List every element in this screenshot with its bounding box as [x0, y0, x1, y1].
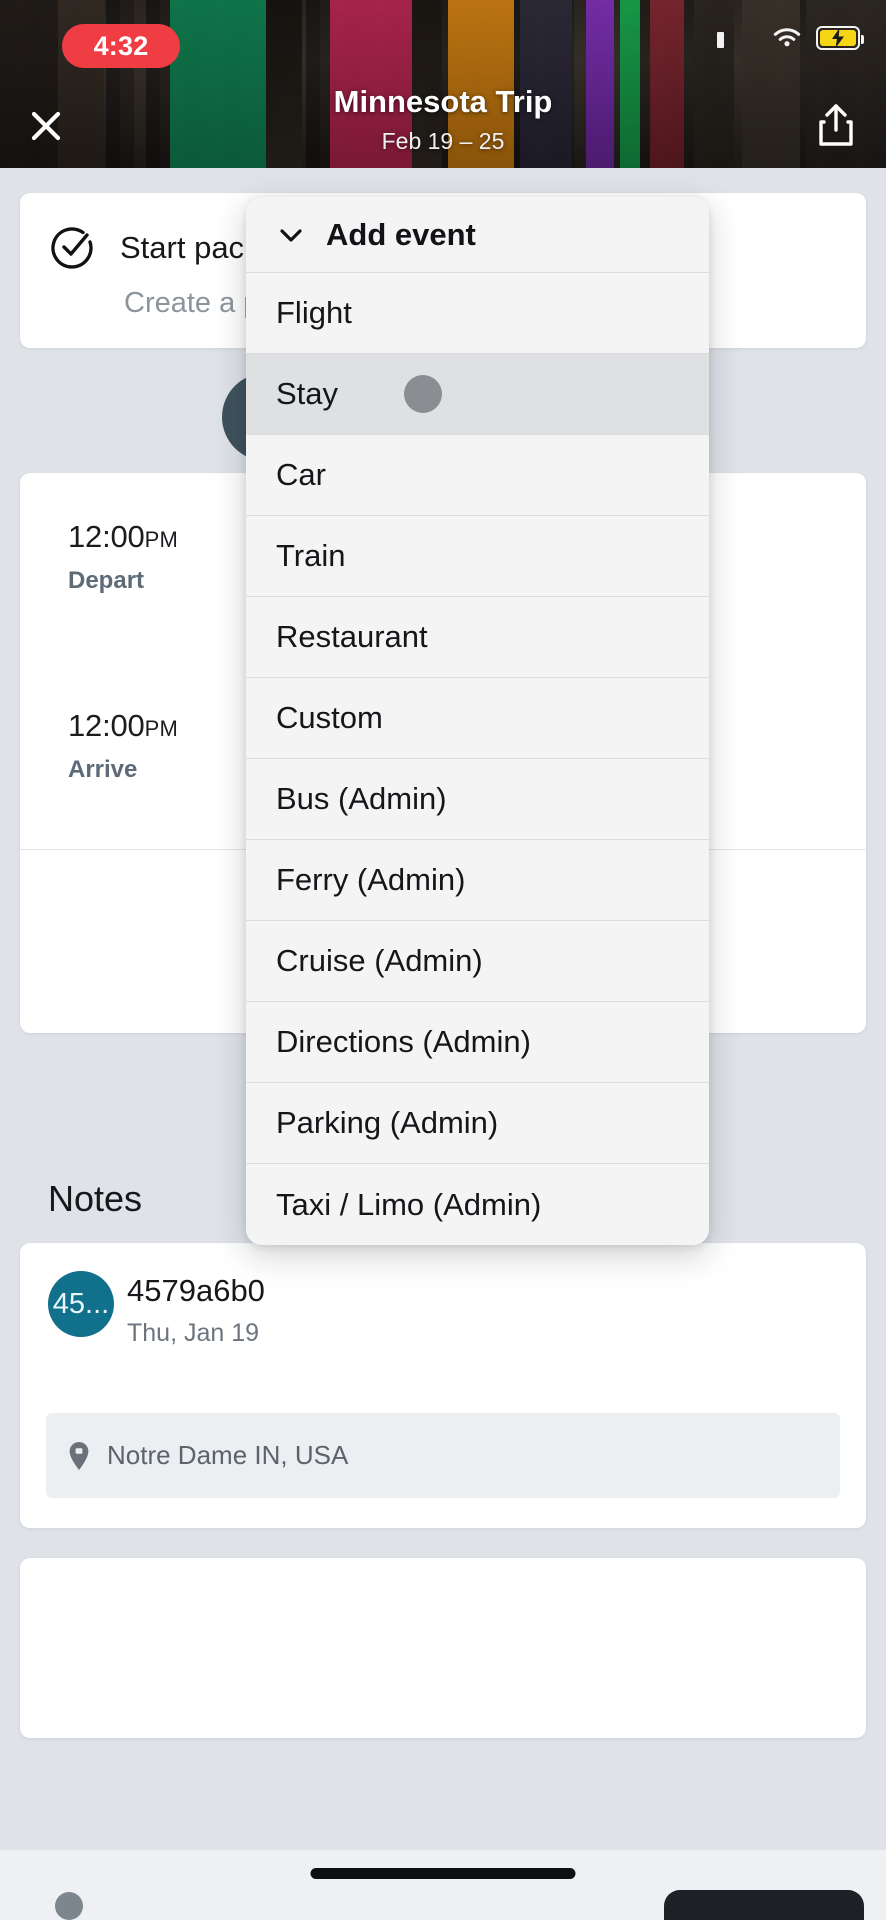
menu-item-restaurant[interactable]: Restaurant: [246, 597, 709, 678]
bottom-toast[interactable]: [664, 1890, 864, 1920]
menu-item-label: Custom: [276, 700, 383, 735]
menu-item-label: Directions (Admin): [276, 1024, 531, 1059]
menu-item-parking-admin[interactable]: Parking (Admin): [246, 1083, 709, 1164]
note-author-avatar: 45...: [48, 1271, 114, 1337]
extra-card[interactable]: [20, 1558, 866, 1738]
bottom-system-bar: [0, 1850, 886, 1920]
close-button[interactable]: [24, 104, 68, 148]
add-event-menu-title: Add event: [326, 216, 476, 252]
note-date: Thu, Jan 19: [127, 1319, 260, 1347]
cellular-dot-icon: [717, 32, 724, 48]
depart-label: Depart: [68, 567, 145, 594]
menu-item-ferry-admin[interactable]: Ferry (Admin): [246, 840, 709, 921]
menu-item-bus-admin[interactable]: Bus (Admin): [246, 759, 709, 840]
touch-indicator: [404, 375, 442, 413]
menu-item-taxi-limo-admin[interactable]: Taxi / Limo (Admin): [246, 1164, 709, 1245]
chevron-down-icon: [280, 228, 302, 242]
menu-item-directions-admin[interactable]: Directions (Admin): [246, 1002, 709, 1083]
menu-item-label: Ferry (Admin): [276, 862, 466, 897]
menu-item-stay[interactable]: Stay: [246, 354, 709, 435]
status-time: 4:32: [62, 24, 180, 68]
add-event-menu-list: Flight Stay Car Train Restaurant Custom Bus (A…: [246, 273, 709, 1245]
trip-date-range: Feb 19 – 25: [381, 128, 505, 154]
add-event-menu-header[interactable]: Add event: [246, 197, 709, 273]
menu-item-label: Cruise (Admin): [276, 943, 483, 978]
share-button[interactable]: [812, 100, 860, 150]
notes-heading: Notes: [48, 1178, 143, 1219]
note-location-field[interactable]: Notre Dame IN, USA: [46, 1413, 840, 1498]
note-location-text: Notre Dame IN, USA: [107, 1440, 349, 1470]
menu-item-cruise-admin[interactable]: Cruise (Admin): [246, 921, 709, 1002]
menu-item-label: Bus (Admin): [276, 781, 447, 816]
map-pin-icon: [69, 1441, 89, 1470]
check-circle-icon: [51, 227, 93, 269]
menu-item-custom[interactable]: Custom: [246, 678, 709, 759]
menu-item-label: Car: [276, 457, 326, 492]
menu-item-label: Restaurant: [276, 619, 428, 654]
status-bar: 4:32: [0, 0, 886, 92]
note-title: 4579a6b0: [127, 1273, 265, 1308]
menu-item-label: Stay: [276, 376, 339, 411]
menu-item-flight[interactable]: Flight: [246, 273, 709, 354]
close-icon: [31, 111, 61, 141]
arrive-label: Arrive: [68, 756, 138, 783]
wifi-icon: [773, 28, 801, 47]
depart-time: 12:00PM: [68, 519, 179, 554]
menu-item-car[interactable]: Car: [246, 435, 709, 516]
bottom-left-dot-icon: [55, 1892, 83, 1920]
status-icons: [717, 26, 864, 50]
note-card[interactable]: 45... 4579a6b0 Thu, Jan 19 Notre Dame IN…: [20, 1243, 866, 1528]
trip-hero-header: 4:32 Minnesota Trip Feb 19 – 25: [0, 0, 886, 168]
add-event-menu: Add event Flight Stay Car Train Restaurant Cu…: [246, 197, 709, 1245]
share-icon: [819, 104, 853, 146]
phone-screen: 4:32 Minnesota Trip Feb 19 – 25 Start pa…: [0, 0, 886, 1920]
arrive-ampm: PM: [144, 716, 179, 741]
menu-item-label: Flight: [276, 295, 352, 330]
menu-item-train[interactable]: Train: [246, 516, 709, 597]
home-indicator[interactable]: [310, 1868, 576, 1879]
menu-item-label: Train: [276, 538, 346, 573]
battery-charging-icon: [816, 26, 864, 50]
depart-ampm: PM: [144, 527, 179, 552]
menu-item-label: Parking (Admin): [276, 1105, 499, 1140]
arrive-time: 12:00PM: [68, 708, 179, 743]
menu-item-label: Taxi / Limo (Admin): [276, 1186, 542, 1222]
